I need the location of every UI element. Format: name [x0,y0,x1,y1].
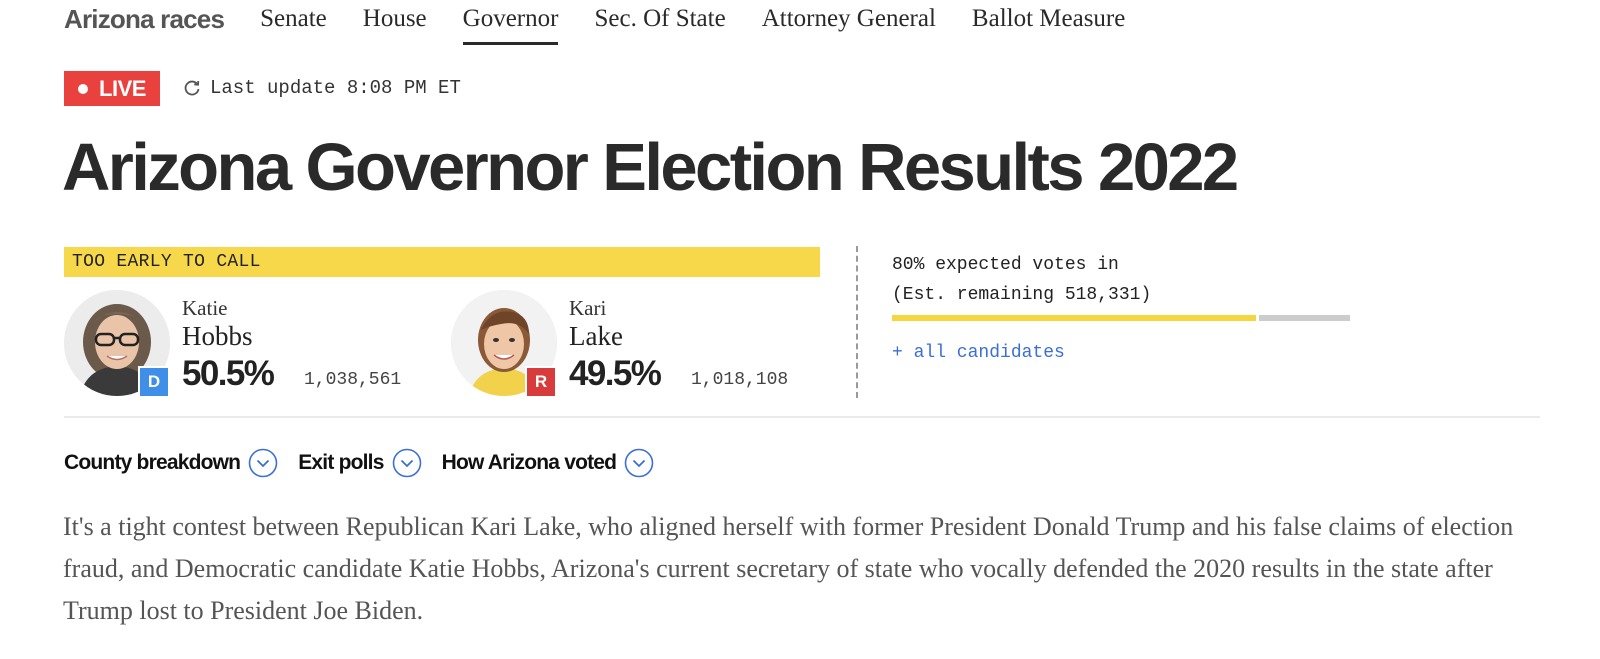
nav-item-ballot-measure[interactable]: Ballot Measure [972,0,1125,38]
chevron-down-icon[interactable] [624,448,654,478]
results-divider [856,246,858,398]
last-update-text: Last update 8:08 PM ET [210,77,461,99]
nav-item-house[interactable]: House [363,0,427,38]
candidate-first-name: Kari [569,296,607,320]
section-divider [64,416,1540,418]
races-nav: Arizona races Senate House Governor Sec.… [64,0,1161,46]
live-dot-icon [78,83,89,94]
nav-item-governor[interactable]: Governor [462,0,558,45]
candidate-vote-count: 1,038,561 [304,370,402,390]
tab-county-breakdown[interactable]: County breakdown [64,448,278,478]
expected-votes-progress-bar [892,315,1350,321]
party-badge-democrat: D [138,366,170,398]
expected-votes: 80% expected votes in (Est. remaining 51… [892,250,1151,310]
chevron-down-icon[interactable] [248,448,278,478]
party-badge-republican: R [525,366,557,398]
candidate-first-name: Katie [182,296,228,320]
candidate-card-lake[interactable]: R Kari Lake 49.5% 1,018,108 [451,290,811,400]
progress-fill [892,315,1256,321]
results-tabs: County breakdown Exit polls How Arizona … [64,448,674,478]
tab-label: Exit polls [298,451,384,474]
tab-exit-polls[interactable]: Exit polls [298,448,421,478]
candidate-vote-percent: 50.5% [182,354,275,393]
page-title: Arizona Governor Election Results 2022 [62,130,1239,205]
candidate-last-name: Lake [569,321,623,351]
race-call-status: TOO EARLY TO CALL [64,247,820,277]
candidate-vote-percent: 49.5% [569,354,662,393]
progress-remaining [1259,315,1350,321]
nav-item-attorney-general[interactable]: Attorney General [762,0,936,38]
nav-item-senate[interactable]: Senate [260,0,327,38]
tab-label: County breakdown [64,451,241,474]
candidate-last-name: Hobbs [182,321,253,351]
nav-item-sec-of-state[interactable]: Sec. Of State [594,0,725,38]
live-label: LIVE [99,75,146,101]
last-update: Last update 8:08 PM ET [182,76,461,100]
refresh-icon[interactable] [182,78,202,98]
tab-how-arizona-voted[interactable]: How Arizona voted [442,448,655,478]
candidate-card-hobbs[interactable]: D Katie Hobbs 50.5% 1,038,561 [64,290,424,400]
race-summary: It's a tight contest between Republican … [63,512,1514,625]
live-badge: LIVE [64,71,160,106]
nav-title[interactable]: Arizona races [64,0,225,38]
chevron-down-icon[interactable] [392,448,422,478]
tab-label: How Arizona voted [441,451,617,474]
all-candidates-link[interactable]: + all candidates [892,341,1065,365]
remaining-votes: (Est. remaining 518,331) [892,285,1152,305]
expected-votes-percent: 80% expected votes in [892,255,1119,275]
candidate-vote-count: 1,018,108 [691,370,789,390]
